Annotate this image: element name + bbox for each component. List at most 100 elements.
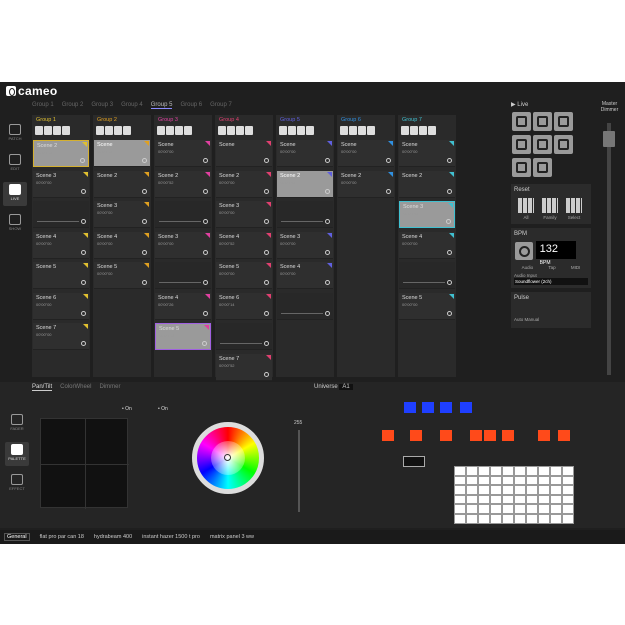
fx-tab[interactable]: Dimmer xyxy=(99,384,120,390)
matrix-cell[interactable] xyxy=(526,475,538,486)
nav-fader[interactable]: FADER xyxy=(5,412,29,436)
fixture-blue[interactable] xyxy=(404,402,416,413)
group-transport-icon[interactable] xyxy=(340,126,348,135)
matrix-cell[interactable] xyxy=(502,485,514,495)
scene-loop-icon[interactable] xyxy=(203,158,208,163)
group-transport-icon[interactable] xyxy=(53,126,61,135)
color-wheel[interactable] xyxy=(192,422,264,494)
fixture-blue[interactable] xyxy=(440,402,452,413)
scene-loop-icon[interactable] xyxy=(142,280,147,285)
scene-button[interactable]: Scene 3 00'00"00 xyxy=(277,231,333,259)
matrix-cell[interactable] xyxy=(466,514,478,524)
group-transport-icon[interactable] xyxy=(401,126,409,135)
matrix-cell[interactable] xyxy=(454,485,466,495)
scene-loop-icon[interactable] xyxy=(447,158,452,163)
matrix-cell[interactable] xyxy=(466,504,478,514)
nav-patch[interactable]: PATCH xyxy=(3,122,27,146)
scene-loop-icon[interactable] xyxy=(447,310,452,316)
matrix-cell[interactable] xyxy=(562,504,574,514)
matrix-cell[interactable] xyxy=(502,514,514,524)
reset-all-button[interactable]: All xyxy=(516,198,536,220)
nav-live[interactable]: LIVE xyxy=(3,182,27,206)
matrix-cell[interactable] xyxy=(538,485,550,495)
matrix-cell[interactable] xyxy=(538,494,550,505)
scene-button[interactable]: Scene 4 00'00"00 xyxy=(33,231,89,259)
scene-slider-cell[interactable] xyxy=(33,201,89,228)
matrix-cell[interactable] xyxy=(502,466,514,476)
scene-button[interactable]: Scene 4 00'00"00 xyxy=(399,231,455,259)
scene-loop-icon[interactable] xyxy=(325,280,330,285)
scene-button[interactable]: Scene 00'00"00 xyxy=(155,140,211,167)
fixture-orange[interactable] xyxy=(382,430,394,441)
pulse-manual[interactable]: Manual xyxy=(525,317,540,322)
matrix-cell[interactable] xyxy=(466,494,478,505)
scene-fade-slider[interactable] xyxy=(159,221,201,222)
matrix-cell[interactable] xyxy=(538,466,550,476)
group-transport-icon[interactable] xyxy=(157,126,165,135)
matrix-cell[interactable] xyxy=(514,514,526,524)
scene-button[interactable]: Scene 2 00'00"00 xyxy=(338,170,394,198)
scene-button[interactable]: Scene 4 00'00"26 xyxy=(155,292,211,320)
scene-loop-icon[interactable] xyxy=(264,371,269,377)
lock-icon[interactable] xyxy=(554,135,573,154)
scene-loop-icon[interactable] xyxy=(142,249,147,255)
bpm-tap[interactable]: Tap xyxy=(548,265,555,270)
master-dimmer-knob[interactable] xyxy=(603,131,615,147)
blackout-icon[interactable] xyxy=(512,135,531,154)
matrix-cell[interactable] xyxy=(454,475,466,486)
group-transport-icon[interactable] xyxy=(105,126,113,135)
next-icon[interactable] xyxy=(533,112,552,131)
matrix-panel[interactable] xyxy=(454,466,574,524)
fixture-orange[interactable] xyxy=(558,430,570,441)
fixture-tab[interactable]: instant hazer 1500 t pro xyxy=(142,534,200,540)
scene-loop-icon[interactable] xyxy=(386,188,391,194)
dimmer-track[interactable] xyxy=(298,430,300,512)
scene-loop-icon[interactable] xyxy=(80,158,85,163)
scene-loop-icon[interactable] xyxy=(264,341,269,346)
matrix-cell[interactable] xyxy=(478,504,490,514)
scene-fade-slider[interactable] xyxy=(37,221,79,222)
scene-loop-icon[interactable] xyxy=(81,341,86,346)
group-transport-icon[interactable] xyxy=(288,126,296,135)
nav-effect[interactable]: EFFECT xyxy=(5,472,29,496)
fixture-blue[interactable] xyxy=(460,402,472,413)
group-transport-icon[interactable] xyxy=(123,126,131,135)
matrix-cell[interactable] xyxy=(538,514,550,524)
fixture-tab[interactable]: flat pro par can 18 xyxy=(40,534,84,540)
scene-slider-cell[interactable] xyxy=(277,201,333,228)
scene-slider-cell[interactable] xyxy=(399,262,455,289)
scene-slider-cell[interactable] xyxy=(155,201,211,228)
group-transport-icon[interactable] xyxy=(35,126,43,135)
scene-slider-cell[interactable] xyxy=(277,292,333,320)
bpm-midi[interactable]: MIDI xyxy=(571,265,581,270)
matrix-cell[interactable] xyxy=(514,475,526,486)
matrix-cell[interactable] xyxy=(490,485,502,495)
scene-loop-icon[interactable] xyxy=(81,188,86,194)
scene-button[interactable]: Scene 6 00'00"00 xyxy=(33,292,89,320)
scene-loop-icon[interactable] xyxy=(264,249,269,255)
color-wheel-handle[interactable] xyxy=(224,454,231,461)
fixture-tab[interactable]: hydrabeam 400 xyxy=(94,534,132,540)
pause-icon[interactable] xyxy=(554,112,573,131)
fixture-orange[interactable] xyxy=(440,430,452,441)
master-dimmer-track[interactable] xyxy=(607,123,611,375)
scene-button[interactable]: Scene xyxy=(216,140,272,167)
matrix-cell[interactable] xyxy=(502,494,514,505)
scene-loop-icon[interactable] xyxy=(81,249,86,255)
matrix-cell[interactable] xyxy=(562,514,574,524)
matrix-cell[interactable] xyxy=(526,466,538,476)
matrix-cell[interactable] xyxy=(478,475,490,486)
scene-button[interactable]: Scene 3 00'00"00 xyxy=(94,201,150,228)
scene-loop-icon[interactable] xyxy=(203,188,208,194)
scene-loop-icon[interactable] xyxy=(325,249,330,255)
scene-loop-icon[interactable] xyxy=(386,158,391,163)
matrix-cell[interactable] xyxy=(502,504,514,514)
group-tab[interactable]: Group 1 xyxy=(32,102,54,108)
scene-button[interactable]: Scene 7 00'00"52 xyxy=(216,353,272,381)
scene-button[interactable]: Scene 5 xyxy=(33,262,89,289)
fixture-orange[interactable] xyxy=(470,430,482,441)
scene-button[interactable]: Scene 6 00'00"14 xyxy=(216,292,272,320)
scene-button[interactable]: Scene 3 00'00"00 xyxy=(216,201,272,228)
scene-button[interactable]: Scene 5 00'00"00 xyxy=(94,262,150,289)
fixture-orange[interactable] xyxy=(502,430,514,441)
